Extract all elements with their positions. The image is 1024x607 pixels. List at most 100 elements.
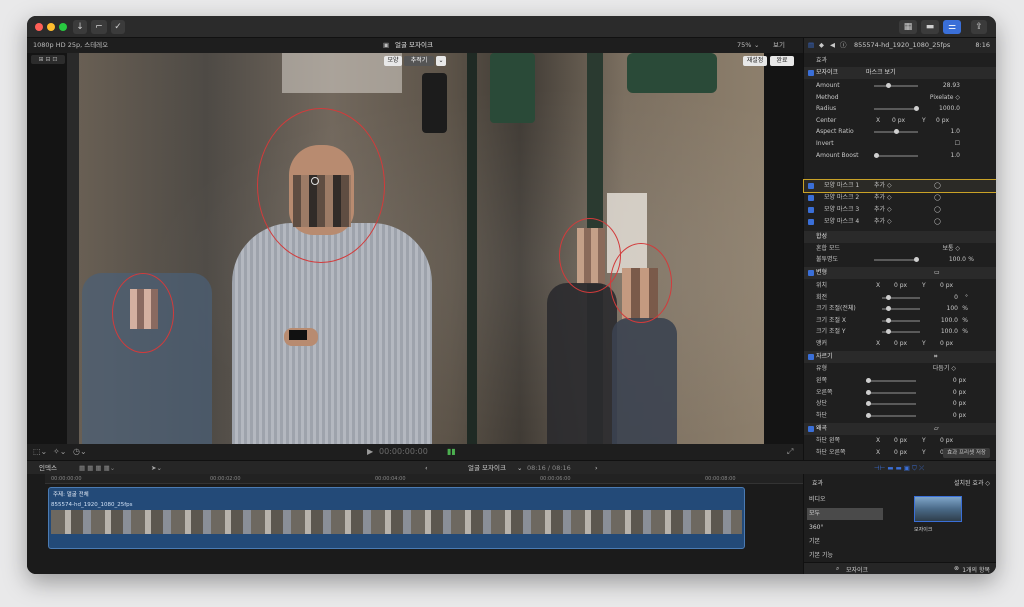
transform-row[interactable]: 앵커 X 0 px Y 0 px (804, 338, 996, 350)
crop-row[interactable]: 오른쪽 0 px (804, 387, 996, 399)
slider-knob[interactable] (866, 389, 871, 395)
param-value[interactable]: ☐ (955, 138, 960, 150)
mosaic-effect-thumbnail[interactable] (914, 496, 962, 522)
back-arrow-icon[interactable]: ‹ (425, 461, 428, 475)
crop-slider[interactable] (866, 401, 916, 406)
opacity-slider[interactable] (874, 257, 919, 262)
share-icon[interactable]: ⇪ (971, 20, 987, 34)
y-value[interactable]: 0 px (936, 115, 949, 127)
transform-header[interactable]: 변형 ▭ (804, 267, 996, 279)
crop-slider[interactable] (866, 389, 916, 395)
transform-value[interactable]: 100.0 (941, 315, 958, 327)
center-handle[interactable] (311, 177, 319, 185)
viewer-mode-buttons[interactable]: ⊞ ⊟ ⊡ (31, 55, 65, 64)
mask-add-select[interactable]: 추가 ◇ (874, 192, 892, 204)
slider-knob[interactable] (866, 378, 871, 383)
video-frame[interactable] (67, 53, 764, 444)
param-slider[interactable] (874, 83, 918, 88)
done-button[interactable]: 완료 (770, 56, 794, 66)
play-icon[interactable]: ▶ (367, 444, 373, 460)
effects-category[interactable]: 기본 (807, 536, 883, 548)
crop-row[interactable]: 왼쪽 0 px (804, 375, 996, 387)
param-row[interactable]: Invert ☐ (804, 138, 996, 150)
crop-value[interactable]: 0 px (953, 410, 966, 422)
transform-checkbox[interactable] (808, 270, 814, 276)
tracker-button[interactable]: 추적기 (404, 56, 434, 66)
zoom-select[interactable]: 75% (737, 38, 751, 53)
slider-knob[interactable] (866, 412, 871, 418)
transform-row[interactable]: 회전 0 ° (804, 292, 996, 304)
view-menu[interactable]: 보기 (773, 38, 785, 53)
param-slider[interactable] (874, 129, 918, 135)
mask-ring-3[interactable] (610, 243, 672, 323)
transform-slider[interactable] (882, 317, 920, 323)
param-value[interactable]: Pixelate ◇ (930, 92, 960, 104)
slider-knob[interactable] (866, 401, 871, 406)
index-button[interactable]: 인덱스 (39, 461, 57, 475)
transform-overlay-icon[interactable]: ▭ (934, 267, 940, 279)
installed-effects-select[interactable]: 설치된 효과 ◇ (954, 478, 990, 487)
param-row[interactable]: Radius 1000.0 (804, 103, 996, 115)
transform-row[interactable]: 크기 조절 X 100.0% (804, 315, 996, 327)
distort-header[interactable]: 왜곡 ▱ (804, 423, 996, 435)
mask-view-select[interactable]: 마스크 보기 (866, 67, 896, 79)
param-row[interactable]: Center X 0 px Y 0 px (804, 115, 996, 127)
audio-inspector-icon[interactable]: ◀ (830, 38, 835, 53)
transform-value[interactable]: 100.0 (941, 326, 958, 338)
crop-value[interactable]: 0 px (953, 387, 966, 399)
transform-slider[interactable] (882, 306, 920, 311)
param-row[interactable]: Aspect Ratio 1.0 (804, 126, 996, 138)
close-window-button[interactable] (35, 23, 43, 31)
mask-add-select[interactable]: 추가 ◇ (874, 180, 892, 192)
mask-row-1[interactable]: 모양 마스크 1 추가 ◇ ◯ (803, 179, 996, 193)
effects-category[interactable]: 기본 기능 (807, 550, 883, 562)
transform-row[interactable]: 위치 X 0 px Y 0 px (804, 280, 996, 292)
param-value[interactable]: 1.0 (950, 126, 960, 138)
opacity-value[interactable]: 100.0 (949, 254, 966, 266)
speed-tool-icon[interactable]: ◷⌄ (73, 444, 87, 460)
keyword-icon[interactable]: ⌐ (91, 20, 107, 34)
distort-checkbox[interactable] (808, 426, 814, 432)
param-row[interactable]: Amount 28.93 (804, 80, 996, 92)
opacity-row[interactable]: 불투명도 100.0 % (804, 254, 996, 266)
transform-row[interactable]: 크기 조절(전체) 100% (804, 303, 996, 315)
enhance-tool-icon[interactable]: ✧⌄ (53, 444, 66, 460)
param-row[interactable]: Method Pixelate ◇ (804, 92, 996, 104)
browser-view-icon[interactable]: ▦ (899, 20, 917, 34)
clear-search-icon[interactable]: ⊗ (954, 565, 959, 572)
effects-category[interactable]: 비디오 (807, 494, 883, 506)
save-effects-preset-button[interactable]: 효과 프리셋 저장 (943, 448, 990, 458)
slider-knob[interactable] (886, 306, 891, 311)
project-name[interactable]: 얼굴 모자이크 (468, 461, 506, 475)
param-slider[interactable] (874, 106, 919, 112)
minimize-window-button[interactable] (47, 23, 55, 31)
crop-slider[interactable] (866, 412, 916, 418)
mask-add-select[interactable]: 추가 ◇ (874, 216, 892, 228)
x-value[interactable]: 0 px (894, 280, 907, 292)
mask-ring-1[interactable] (257, 108, 385, 263)
mask-checkbox[interactable] (808, 183, 814, 189)
timeline-clip[interactable]: 주제: 얼굴 전체 855574-hd_1920_1080_25fps (48, 487, 745, 549)
inspector-view-icon[interactable]: ⚌ (943, 20, 961, 34)
slider-knob[interactable] (886, 329, 891, 334)
color-inspector-icon[interactable]: ◆ (819, 38, 824, 53)
transform-value[interactable]: 100 (947, 303, 958, 315)
param-value[interactable]: 1000.0 (939, 103, 960, 115)
mask-ring-4[interactable] (112, 273, 174, 353)
param-value[interactable]: 28.93 (943, 80, 960, 92)
transform-slider[interactable] (882, 294, 920, 300)
crop-type-row[interactable]: 유형 다듬기 ◇ (804, 363, 996, 375)
crop-value[interactable]: 0 px (953, 398, 966, 410)
crop-checkbox[interactable] (808, 354, 814, 360)
crop-header[interactable]: 자르기 ⌗ (804, 351, 996, 363)
crop-type-select[interactable]: 다듬기 ◇ (933, 363, 956, 375)
zoom-window-button[interactable] (59, 23, 67, 31)
mosaic-enable-checkbox[interactable] (808, 70, 814, 76)
slider-knob[interactable] (894, 129, 899, 135)
mask-row-3[interactable]: 모양 마스크 3 추가 ◇ ◯ (804, 204, 996, 216)
mask-checkbox[interactable] (808, 207, 814, 213)
timeline-view-icon[interactable]: ▬ (921, 20, 939, 34)
chevron-down-icon[interactable]: ⌄ (436, 56, 446, 66)
import-icon[interactable]: ↓ (73, 20, 87, 34)
distort-overlay-icon[interactable]: ▱ (934, 423, 939, 435)
